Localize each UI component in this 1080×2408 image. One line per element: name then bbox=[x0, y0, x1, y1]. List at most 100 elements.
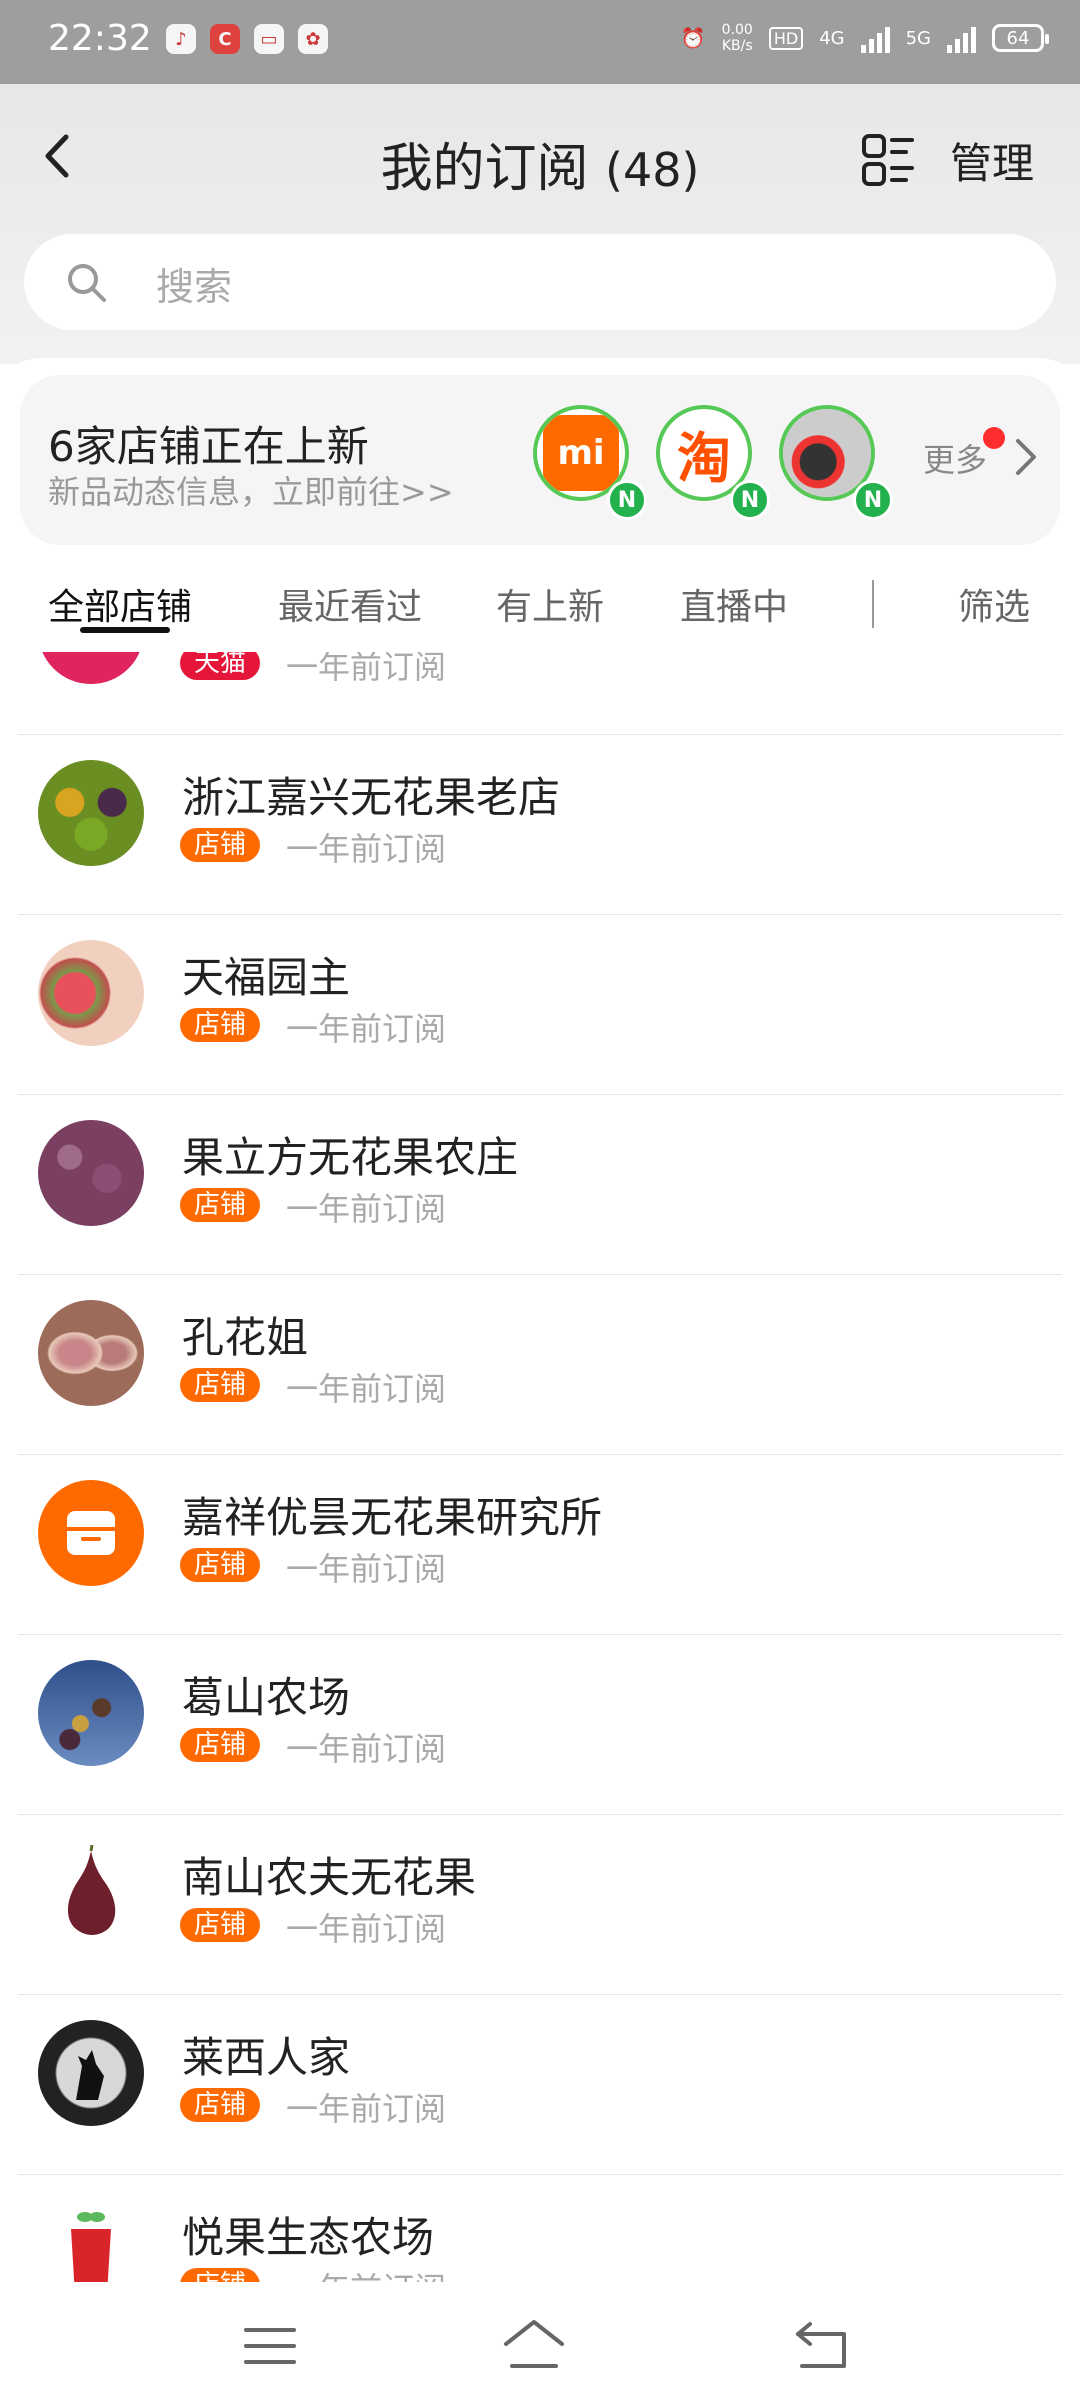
row-divider bbox=[18, 1634, 1062, 1635]
list-item[interactable]: 嘉祥优昙无花果研究所 店铺 一年前订阅 bbox=[0, 1454, 1080, 1634]
search-icon bbox=[68, 264, 106, 302]
shop-tag: 店铺 bbox=[180, 2088, 261, 2122]
status-bar: 22:32 ♪ C ▭ ✿ ⏰ 0.00 KB/s HD 4G 5G 64 bbox=[0, 0, 1080, 84]
news-app-icon: C bbox=[210, 24, 240, 54]
more-button[interactable]: 更多 bbox=[923, 435, 987, 481]
chevron-right-icon bbox=[1016, 439, 1036, 475]
yueguo-logo bbox=[71, 2212, 111, 2282]
search-bar[interactable]: 搜索 bbox=[24, 234, 1056, 330]
subscription-list: 天猫 一年前订阅 浙江嘉兴无花果老店 店铺 一年前订阅 天福园主 店铺 一年前订… bbox=[0, 652, 1080, 2282]
shop-tag: 店铺 bbox=[180, 1548, 261, 1582]
subscribe-time: 一年前订阅 bbox=[286, 1370, 447, 1408]
system-nav-bar bbox=[0, 2282, 1080, 2408]
page-title: 我的订阅 (48) bbox=[0, 126, 1080, 201]
subscribe-time: 一年前订阅 bbox=[286, 652, 447, 686]
signal-icon bbox=[947, 23, 976, 53]
list-item[interactable]: 果立方无花果农庄 店铺 一年前订阅 bbox=[0, 1094, 1080, 1274]
book-app-icon: ▭ bbox=[254, 24, 284, 54]
layout-toggle-button[interactable] bbox=[860, 132, 916, 188]
tab-all-shops[interactable]: 全部店铺 bbox=[48, 578, 192, 630]
shop-name: 南山农夫无花果 bbox=[182, 1853, 477, 1902]
subscribe-time: 一年前订阅 bbox=[286, 1730, 447, 1768]
shop-tag: 店铺 bbox=[180, 1188, 261, 1222]
shop-avatar bbox=[38, 1300, 144, 1406]
shop-avatar bbox=[38, 1840, 144, 1946]
home-icon[interactable] bbox=[502, 2314, 566, 2378]
alarm-icon: ⏰ bbox=[680, 26, 706, 50]
subscribe-time: 一年前订阅 bbox=[286, 2264, 446, 2282]
net-speed-value: 0.00 bbox=[721, 22, 753, 38]
shop-avatar bbox=[38, 1120, 144, 1226]
shop-tag: 店铺 bbox=[180, 1368, 261, 1402]
list-item[interactable]: 悦果生态农场 店铺 一年前订阅 bbox=[0, 2174, 1080, 2282]
subscribe-time: 一年前订阅 bbox=[286, 2090, 447, 2128]
subscribe-time: 一年前订阅 bbox=[286, 1010, 447, 1048]
list-item[interactable]: 孔花姐 店铺 一年前订阅 bbox=[0, 1274, 1080, 1454]
signal-icon bbox=[860, 23, 890, 53]
wolf-silhouette-icon bbox=[76, 2050, 104, 2100]
tab-divider bbox=[872, 580, 874, 628]
list-grid-icon bbox=[862, 134, 914, 186]
shop-avatar bbox=[38, 1480, 144, 1586]
manage-button[interactable]: 管理 bbox=[950, 130, 1034, 191]
list-item[interactable]: 天福园主 店铺 一年前订阅 bbox=[0, 914, 1080, 1094]
new-arrivals-card[interactable]: 6家店铺正在上新 新品动态信息，立即前往>> mi N 淘 N N 更多 bbox=[20, 375, 1060, 545]
row-divider bbox=[18, 734, 1062, 735]
subscription-count: (48) bbox=[605, 143, 700, 197]
shop-name: 嘉祥优昙无花果研究所 bbox=[182, 1493, 603, 1542]
row-divider bbox=[18, 1454, 1062, 1455]
list-item[interactable]: 葛山农场 店铺 一年前订阅 bbox=[0, 1634, 1080, 1814]
network-4g: 4G bbox=[819, 27, 845, 49]
filter-button[interactable]: 筛选 bbox=[958, 578, 1030, 630]
network-5g: 5G bbox=[905, 27, 931, 49]
menu-icon[interactable] bbox=[238, 2314, 302, 2378]
new-arrivals-subtitle: 新品动态信息，立即前往>> bbox=[48, 473, 454, 511]
map-app-icon: ✿ bbox=[298, 24, 328, 54]
net-speed: 0.00 KB/s bbox=[722, 22, 753, 54]
list-item[interactable]: 莱西人家 店铺 一年前订阅 bbox=[0, 1994, 1080, 2174]
shop-avatar bbox=[38, 940, 144, 1046]
new-arrivals-title: 6家店铺正在上新 bbox=[48, 422, 369, 471]
shop-name: 悦果生态农场 bbox=[182, 2213, 435, 2262]
hd-indicator: HD bbox=[768, 26, 804, 50]
shop-name: 孔花姐 bbox=[182, 1313, 309, 1362]
tab-live[interactable]: 直播中 bbox=[680, 578, 788, 630]
notification-icons: ♪ C ▭ ✿ bbox=[166, 24, 328, 54]
row-divider bbox=[18, 914, 1062, 915]
search-placeholder: 搜索 bbox=[156, 265, 233, 309]
new-badge: N bbox=[853, 480, 893, 520]
new-badge: N bbox=[730, 480, 770, 520]
shop-tag: 店铺 bbox=[180, 1008, 261, 1042]
back-nav-icon[interactable] bbox=[790, 2314, 854, 2378]
shop-avatar bbox=[38, 652, 144, 684]
shop-avatar bbox=[38, 2020, 144, 2126]
shop-name: 葛山农场 bbox=[182, 1673, 351, 1722]
music-app-icon: ♪ bbox=[166, 24, 196, 54]
row-divider bbox=[18, 1274, 1062, 1275]
status-time: 22:32 bbox=[48, 18, 152, 59]
shop-avatar bbox=[38, 1660, 144, 1766]
shop-avatar bbox=[38, 2200, 144, 2282]
tab-new-arrivals[interactable]: 有上新 bbox=[496, 578, 604, 630]
subscribe-time: 一年前订阅 bbox=[286, 1190, 447, 1228]
row-divider bbox=[18, 1094, 1062, 1095]
subscribe-time: 一年前订阅 bbox=[286, 1910, 447, 1948]
shop-tag: 店铺 bbox=[180, 1908, 261, 1942]
list-item[interactable]: 南山农夫无花果 店铺 一年前订阅 bbox=[0, 1814, 1080, 1994]
taobao-logo: 淘 bbox=[677, 426, 731, 490]
battery-icon: 64 bbox=[992, 24, 1049, 52]
row-divider bbox=[18, 2174, 1062, 2175]
shop-name: 果立方无花果农庄 bbox=[182, 1133, 519, 1182]
filter-tabs: 全部店铺 最近看过 有上新 直播中 筛选 bbox=[0, 560, 1080, 650]
subscribe-time: 一年前订阅 bbox=[286, 1550, 447, 1588]
shop-avatar bbox=[38, 760, 144, 866]
subscribe-time: 一年前订阅 bbox=[286, 830, 447, 868]
tab-recently-viewed[interactable]: 最近看过 bbox=[278, 578, 422, 630]
shop-tag: 店铺 bbox=[180, 828, 261, 862]
list-item[interactable]: 天猫 一年前订阅 bbox=[0, 652, 1080, 732]
list-item[interactable]: 浙江嘉兴无花果老店 店铺 一年前订阅 bbox=[0, 734, 1080, 914]
title-text: 我的订阅 bbox=[380, 139, 589, 199]
status-right: ⏰ 0.00 KB/s HD 4G 5G 64 bbox=[680, 22, 1049, 54]
shoe-image bbox=[783, 409, 871, 497]
store-icon bbox=[67, 1511, 115, 1555]
